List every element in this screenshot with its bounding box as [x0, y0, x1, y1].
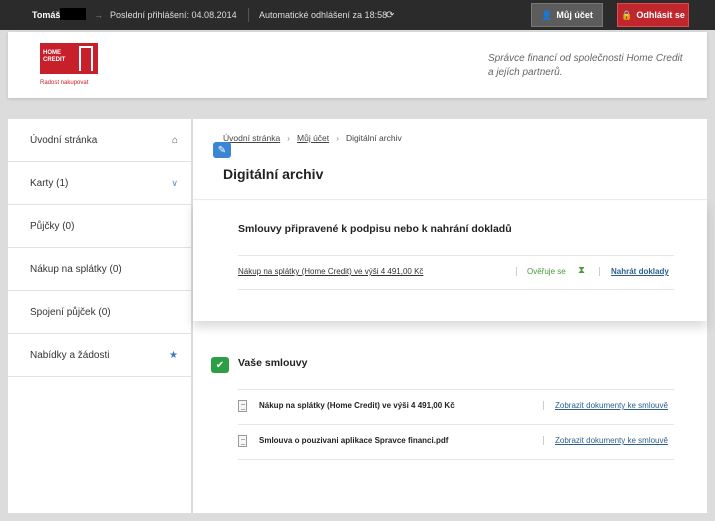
sidebar-item-label: Karty (1) — [30, 177, 69, 189]
chevron-right-icon: › — [336, 133, 339, 143]
divider — [238, 424, 674, 425]
sidebar-item-cards[interactable]: Karty (1) ∨ — [8, 162, 191, 205]
lock-icon: 🔒 — [621, 9, 633, 20]
sidebar-item-loan-consolidation[interactable]: Spojení půjček (0) — [8, 291, 191, 334]
home-icon: ⌂ — [171, 134, 178, 146]
contract-name: Nákup na splátky (Home Credit) ve výši 4… — [259, 401, 455, 410]
my-account-label: Můj účet — [556, 10, 593, 20]
user-icon: 👤 — [541, 9, 553, 20]
pending-contract-link[interactable]: Nákup na splátky (Home Credit) ve výši 4… — [238, 267, 423, 276]
redacted-surname — [60, 8, 86, 20]
sidebar-item-loans[interactable]: Půjčky (0) — [8, 205, 191, 248]
divider — [193, 199, 707, 200]
chevron-down-icon: ∨ — [171, 177, 178, 188]
breadcrumb-account[interactable]: Můj účet — [297, 133, 329, 143]
main-content: Úvodní stránka › Můj účet › Digitální arch… — [193, 119, 707, 513]
contracts-title: Vaše smlouvy — [238, 357, 308, 369]
sidebar-item-label: Půjčky (0) — [30, 220, 75, 232]
divider — [248, 8, 249, 22]
divider — [238, 389, 674, 390]
tagline-line1: Správce financí od společnosti Home Cred… — [488, 53, 683, 64]
slogan: Radost nakupovat — [40, 80, 89, 86]
checkmark-icon: ✔ — [211, 357, 229, 373]
logo-door-icon — [79, 46, 93, 71]
status-badge: Ověřuje se — [516, 267, 566, 276]
sidebar-item-offers[interactable]: Nabídky a žádosti ★ — [8, 334, 191, 377]
star-icon: ★ — [169, 349, 178, 361]
show-documents-link[interactable]: Zobrazit dokumenty ke smlouvě — [543, 436, 668, 445]
tagline-line2: a jejích partnerů. — [488, 67, 563, 78]
divider — [238, 289, 674, 290]
breadcrumb: Úvodní stránka › Můj účet › Digitální arch… — [223, 133, 402, 143]
top-bar: Tomáš → Poslední přihlášení: 04.08.2014 … — [0, 0, 715, 30]
chevron-right-icon: › — [287, 133, 291, 143]
document-icon — [238, 400, 247, 412]
document-icon — [238, 435, 247, 447]
my-account-button[interactable]: 👤 Můj účet — [531, 3, 603, 27]
user-name: Tomáš — [32, 10, 61, 20]
breadcrumb-current: Digitální archiv — [345, 133, 402, 143]
pending-contracts-card — [193, 201, 707, 321]
logout-label: Odhlásit se — [636, 10, 685, 20]
sidebar: Úvodní stránka ⌂ Karty (1) ∨ Půjčky (0) Ná… — [8, 119, 191, 513]
sidebar-item-home[interactable]: Úvodní stránka ⌂ — [8, 119, 191, 162]
upload-documents-link[interactable]: Nahrát doklady — [599, 267, 669, 276]
breadcrumb-home[interactable]: Úvodní stránka — [223, 133, 280, 143]
divider — [238, 459, 674, 460]
tagline: Správce financí od společnosti Home Cred… — [488, 52, 683, 80]
sidebar-item-label: Nákup na splátky (0) — [30, 263, 122, 275]
hourglass-icon: ⧗ — [578, 265, 586, 276]
sidebar-item-installments[interactable]: Nákup na splátky (0) — [8, 248, 191, 291]
sidebar-item-label: Nabídky a žádosti — [30, 349, 110, 361]
arrow-icon: → — [94, 10, 103, 20]
sidebar-item-label: Spojení půjček (0) — [30, 306, 111, 318]
page-title: Digitální archiv — [223, 166, 324, 182]
pencil-icon: ✎ — [213, 142, 231, 158]
sidebar-item-label: Úvodní stránka — [30, 134, 98, 146]
pending-title: Smlouvy připravené k podpisu nebo k nahr… — [238, 223, 512, 235]
refresh-icon[interactable]: ⟳ — [386, 10, 394, 21]
auto-logout-timer: Automatické odhlášení za 18:58 — [259, 10, 388, 20]
header: HOME CREDIT Radost nakupovat Správce fina… — [8, 32, 707, 98]
divider — [238, 255, 674, 256]
last-login: Poslední přihlášení: 04.08.2014 — [110, 10, 237, 20]
show-documents-link[interactable]: Zobrazit dokumenty ke smlouvě — [543, 401, 668, 410]
logout-button[interactable]: 🔒 Odhlásit se — [617, 3, 689, 27]
contract-name: Smlouva o pouzivani aplikace Spravce fin… — [259, 436, 449, 445]
home-credit-logo[interactable]: HOME CREDIT — [40, 43, 98, 74]
